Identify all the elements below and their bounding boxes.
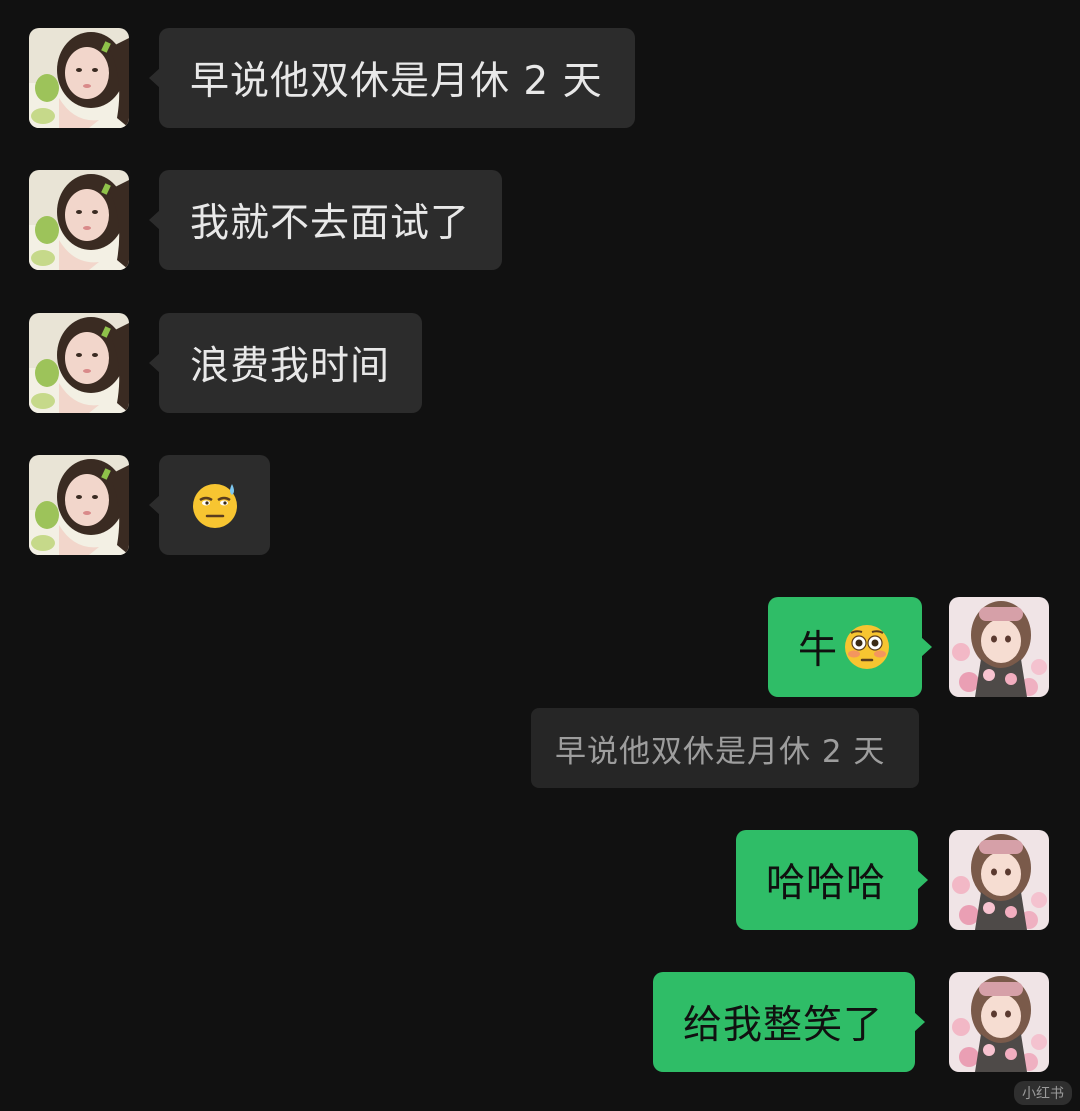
message-text: 浪费我时间 xyxy=(190,344,391,389)
message-text: 哈哈哈 xyxy=(766,861,887,906)
message-text: 早说他双休是月休 2 天 xyxy=(190,59,603,104)
self-avatar[interactable] xyxy=(949,830,1049,930)
message-bubble-outgoing[interactable]: 哈哈哈 xyxy=(736,830,929,930)
quoted-text: 早说他双休是月休 2 天 xyxy=(555,733,886,770)
message-bubble-incoming[interactable]: 浪费我时间 xyxy=(148,313,423,413)
flushed-face-emoji xyxy=(845,625,890,669)
quoted-message[interactable]: 早说他双休是月休 2 天 xyxy=(531,708,919,788)
contact-avatar[interactable] xyxy=(29,313,129,413)
message-text: 牛 xyxy=(798,628,839,673)
message-bubble-incoming[interactable] xyxy=(149,455,270,555)
contact-avatar[interactable] xyxy=(29,455,129,555)
message-text: 给我整笑了 xyxy=(683,1003,884,1048)
message-bubble-incoming[interactable]: 我就不去面试了 xyxy=(148,170,503,270)
message-bubble-incoming[interactable]: 早说他双休是月休 2 天 xyxy=(149,28,635,128)
self-avatar[interactable] xyxy=(949,972,1049,1072)
contact-avatar[interactable] xyxy=(29,28,129,128)
watermark: 小红书 xyxy=(1014,1081,1072,1105)
message-text: 我就不去面试了 xyxy=(190,201,471,246)
contact-avatar[interactable] xyxy=(29,170,129,270)
sweat-smile-emoji xyxy=(192,484,237,528)
self-avatar[interactable] xyxy=(949,597,1049,697)
message-bubble-outgoing[interactable]: 给我整笑了 xyxy=(653,972,926,1072)
message-bubble-outgoing[interactable]: 牛 xyxy=(768,597,933,697)
